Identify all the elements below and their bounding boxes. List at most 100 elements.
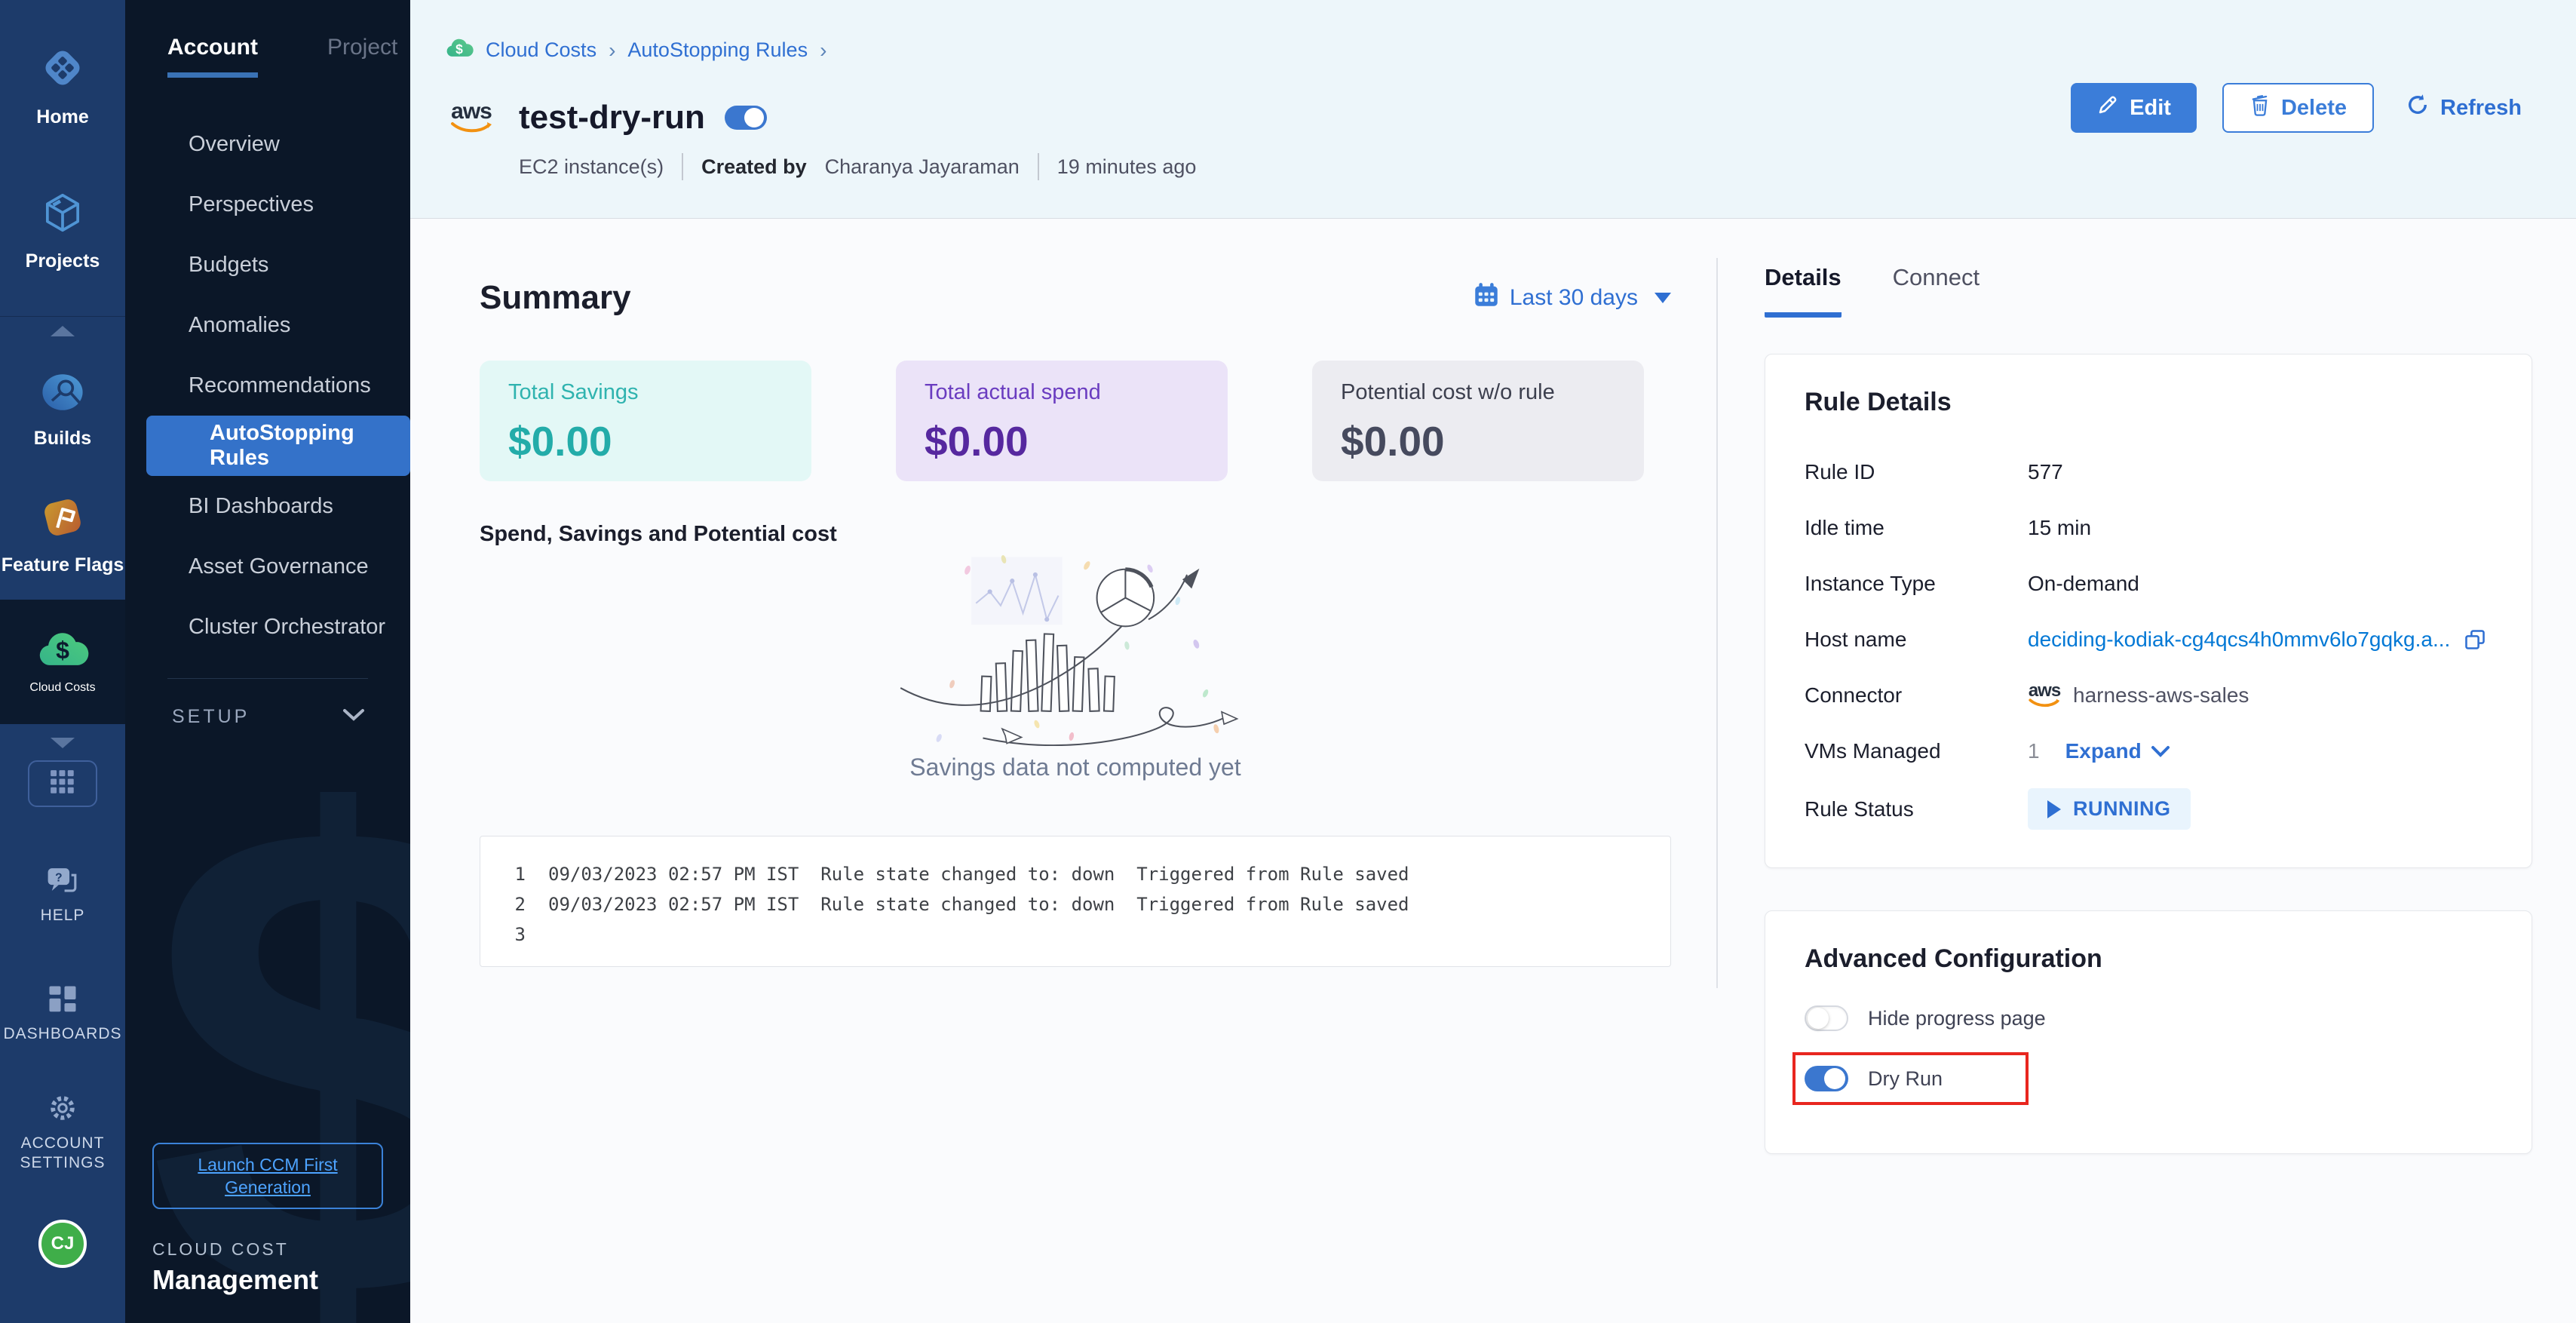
sidebar-item-asset-governance[interactable]: Asset Governance <box>125 536 410 597</box>
rule-status-badge: RUNNING <box>2028 788 2191 830</box>
svg-text:?: ? <box>55 872 62 885</box>
subtitle-divider <box>1038 153 1039 180</box>
rail-top-section: Home Projects <box>0 0 125 317</box>
pencil-icon <box>2096 94 2119 122</box>
sidebar-item-perspectives[interactable]: Perspectives <box>125 174 410 235</box>
builds-icon <box>39 371 86 417</box>
tab-details[interactable]: Details <box>1765 264 1842 318</box>
empty-chart-message: Savings data not computed yet <box>480 754 1671 781</box>
rail-item-account-settings[interactable]: ACCOUNTSETTINGS <box>20 1092 105 1173</box>
sidebar-item-budgets[interactable]: Budgets <box>125 235 410 295</box>
chevron-down-icon <box>2151 745 2170 757</box>
edit-button[interactable]: Edit <box>2071 83 2197 133</box>
time-ago-text: 19 minutes ago <box>1057 155 1197 179</box>
total-actual-spend-card: Total actual spend $0.00 <box>896 361 1228 481</box>
rail-item-label: ACCOUNTSETTINGS <box>20 1134 105 1173</box>
rule-details-heading: Rule Details <box>1805 388 2492 417</box>
vms-expand-link[interactable]: Expand <box>2065 739 2170 763</box>
aws-logo: aws <box>445 102 498 134</box>
sidebar-item-autostopping-rules[interactable]: AutoStopping Rules <box>146 416 410 476</box>
rail-item-help[interactable]: ? HELP <box>41 866 85 925</box>
module-name: Management <box>152 1264 383 1296</box>
gear-icon <box>47 1092 78 1128</box>
breadcrumb-separator: › <box>609 38 615 63</box>
setup-label: SETUP <box>172 706 250 728</box>
sidebar-item-anomalies[interactable]: Anomalies <box>125 295 410 355</box>
subtitle-divider <box>682 153 683 180</box>
dry-run-toggle[interactable] <box>1805 1066 1848 1091</box>
summary-heading: Summary <box>480 279 631 317</box>
rule-details-card: Rule Details Rule ID 577 Idle time 15 mi… <box>1765 354 2532 868</box>
sidebar-item-cluster-orchestrator[interactable]: Cluster Orchestrator <box>125 597 410 657</box>
rail-item-feature-flags[interactable]: Feature Flags <box>2 495 124 576</box>
module-picker-button[interactable] <box>28 760 97 807</box>
user-avatar[interactable]: CJ <box>38 1220 87 1268</box>
breadcrumb-cloud-costs[interactable]: Cloud Costs <box>486 38 596 62</box>
delete-button[interactable]: Delete <box>2222 83 2374 133</box>
sidebar-item-bi-dashboards[interactable]: BI Dashboards <box>125 476 410 536</box>
rail-mid-section: Builds Feature Flags <box>0 317 125 600</box>
sidebar-item-overview[interactable]: Overview <box>125 114 410 174</box>
breadcrumb-separator: › <box>820 38 826 63</box>
cloud-costs-breadcrumb-icon: $ <box>445 36 474 64</box>
advanced-configuration-heading: Advanced Configuration <box>1805 944 2492 974</box>
scope-tabs: Account Project <box>125 0 410 78</box>
host-name-link[interactable]: deciding-kodiak-cg4qcs4h0mmv6lo7gqkg.a..… <box>2028 628 2450 652</box>
card-value: $0.00 <box>925 417 1199 465</box>
launch-ccm-first-gen-button[interactable]: Launch CCM First Generation <box>152 1143 383 1209</box>
rail-item-home[interactable]: Home <box>0 44 125 128</box>
advanced-configuration-card: Advanced Configuration Hide progress pag… <box>1765 910 2532 1154</box>
created-by-name: Charanya Jayaraman <box>825 155 1020 179</box>
tab-connect[interactable]: Connect <box>1893 264 1980 318</box>
rail-item-projects[interactable]: Projects <box>0 189 125 272</box>
chevron-down-icon <box>342 708 365 726</box>
log-line: 109/03/2023 02:57 PM IST Rule state chan… <box>500 859 1648 889</box>
date-range-selector[interactable]: Last 30 days <box>1474 282 1671 314</box>
tab-project[interactable]: Project <box>327 35 397 78</box>
hide-progress-toggle[interactable] <box>1805 1005 1848 1031</box>
vms-count: 1 <box>2028 739 2040 763</box>
dry-run-annotation: Dry Run <box>1792 1052 2029 1105</box>
dashboards-icon <box>48 984 78 1018</box>
svg-text:$: $ <box>56 637 69 664</box>
trash-icon <box>2249 94 2271 122</box>
rail-item-label: Projects <box>26 250 100 272</box>
rule-id-value: 577 <box>2028 460 2063 484</box>
home-icon <box>38 44 87 96</box>
idle-time-value: 15 min <box>2028 516 2091 540</box>
vms-managed-row: VMs Managed 1 Expand <box>1805 732 2492 770</box>
log-line: 209/03/2023 02:57 PM IST Rule state chan… <box>500 889 1648 919</box>
hide-progress-row: Hide progress page <box>1805 1005 2492 1031</box>
sidebar-item-recommendations[interactable]: Recommendations <box>125 355 410 416</box>
rule-activity-log: 109/03/2023 02:57 PM IST Rule state chan… <box>480 836 1671 967</box>
rail-item-builds[interactable]: Builds <box>34 371 91 450</box>
tab-account[interactable]: Account <box>167 35 258 78</box>
rail-item-dashboards[interactable]: DASHBOARDS <box>3 984 121 1044</box>
title-subtitle: EC2 instance(s) Created by Charanya Jaya… <box>519 153 2576 180</box>
rail-collapse-up-icon[interactable] <box>51 326 75 336</box>
created-by-label: Created by <box>701 155 807 179</box>
main-area: $ Cloud Costs › AutoStopping Rules › aws… <box>410 0 2576 1323</box>
rail-item-label: Builds <box>34 428 91 450</box>
rule-enabled-toggle[interactable] <box>725 106 767 130</box>
refresh-icon <box>2406 93 2430 123</box>
breadcrumb-autostopping-rules[interactable]: AutoStopping Rules <box>627 38 808 62</box>
cloud-costs-sidebar: $ Account Project Overview Perspectives … <box>125 0 410 1323</box>
help-icon: ? <box>46 866 79 900</box>
rail-item-cloud-costs-selected[interactable]: $ Cloud Costs <box>0 600 125 724</box>
refresh-button[interactable]: Refresh <box>2400 83 2528 133</box>
summary-cards: Total Savings $0.00 Total actual spend $… <box>480 361 1671 481</box>
copy-icon[interactable] <box>2464 628 2486 651</box>
calendar-icon <box>1474 282 1499 314</box>
breadcrumb: $ Cloud Costs › AutoStopping Rules › <box>445 36 2576 64</box>
svg-text:$: $ <box>455 41 463 57</box>
rail-collapse-down-icon[interactable] <box>51 738 75 748</box>
page-title: test-dry-run <box>519 99 705 137</box>
sidebar-item-setup[interactable]: SETUP <box>125 679 410 728</box>
caret-down-icon <box>1654 293 1671 303</box>
app-window: Home Projects Builds Feature F <box>0 0 2576 1323</box>
module-kicker: CLOUD COST <box>152 1239 383 1260</box>
card-label: Total actual spend <box>925 380 1199 405</box>
play-icon <box>2047 800 2061 818</box>
instance-type-value: On-demand <box>2028 572 2139 596</box>
